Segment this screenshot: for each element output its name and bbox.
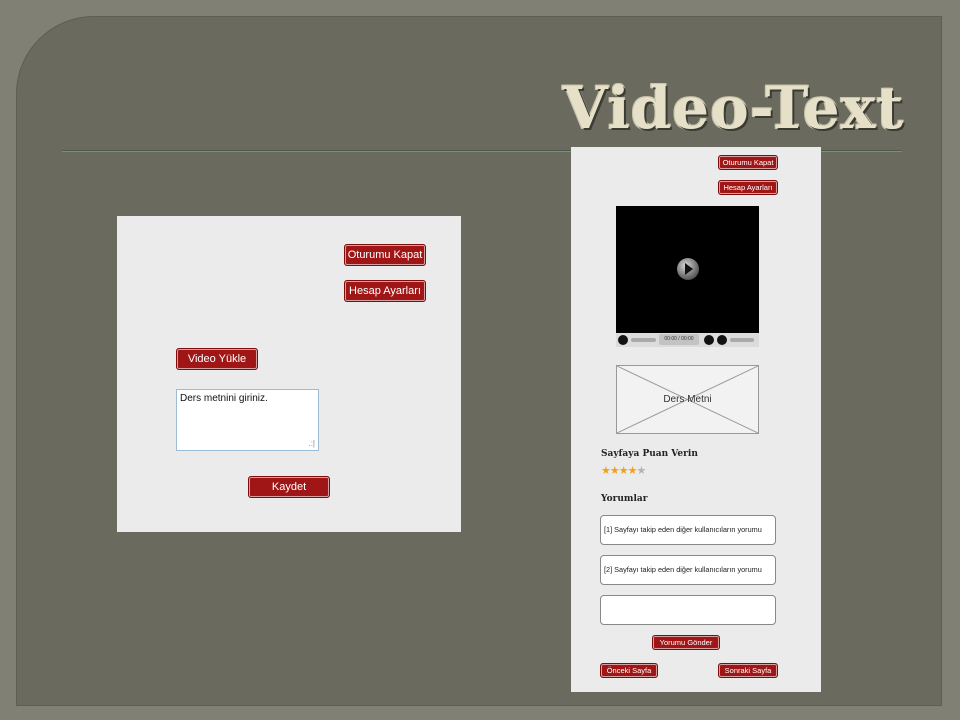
star-icon[interactable]: ★ xyxy=(637,465,647,477)
video-player[interactable]: 00:00 / 00:00 xyxy=(616,206,759,347)
replay-icon[interactable] xyxy=(704,335,714,345)
submit-comment-button[interactable]: Yorumu Gönder xyxy=(652,635,720,650)
placeholder-label: Ders Metni xyxy=(663,394,712,405)
slide-background: Video-Text Oturumu Kapat Hesap Ayarları … xyxy=(0,0,960,720)
previous-page-button[interactable]: Önceki Sayfa xyxy=(600,663,658,678)
video-time: 00:00 / 00:00 xyxy=(659,334,699,345)
seek-bar[interactable] xyxy=(631,338,656,342)
upload-page-mockup: Oturumu Kapat Hesap Ayarları Video Yükle… xyxy=(117,216,461,532)
comments-heading: Yorumlar xyxy=(601,494,648,504)
rating-heading: Sayfaya Puan Verin xyxy=(601,449,698,459)
lesson-text-placeholder: Ders Metni xyxy=(616,365,759,434)
volume-slider[interactable] xyxy=(730,338,754,342)
save-button[interactable]: Kaydet xyxy=(248,476,330,498)
logout-button-small[interactable]: Oturumu Kapat xyxy=(718,155,778,170)
lesson-text-input[interactable]: Ders metnini giriniz. .:| xyxy=(176,389,319,451)
lesson-page-mockup: Oturumu Kapat Hesap Ayarları 00:00 / 00:… xyxy=(571,147,821,692)
comment-input[interactable] xyxy=(600,595,776,625)
video-controls: 00:00 / 00:00 xyxy=(616,333,759,347)
account-settings-button[interactable]: Hesap Ayarları xyxy=(344,280,426,302)
slide-title: Video-Text xyxy=(562,74,904,142)
comment-item: [1] Sayfayı takip eden diğer kullanıcıla… xyxy=(600,515,776,545)
star-icon[interactable]: ★ xyxy=(610,465,620,477)
volume-icon[interactable] xyxy=(717,335,727,345)
pause-icon[interactable] xyxy=(618,335,628,345)
star-icon[interactable]: ★ xyxy=(628,465,638,477)
star-icon[interactable]: ★ xyxy=(601,465,611,477)
logout-button[interactable]: Oturumu Kapat xyxy=(344,244,426,266)
comment-item: [2] Sayfayı takip eden diğer kullanıcıla… xyxy=(600,555,776,585)
upload-video-button[interactable]: Video Yükle xyxy=(176,348,258,370)
star-icon[interactable]: ★ xyxy=(619,465,629,477)
account-settings-button-small[interactable]: Hesap Ayarları xyxy=(718,180,778,195)
play-icon[interactable] xyxy=(677,258,699,280)
lesson-text-value: Ders metnini giriniz. xyxy=(180,393,268,404)
next-page-button[interactable]: Sonraki Sayfa xyxy=(718,663,778,678)
rating-stars[interactable]: ★★★★★ xyxy=(601,465,647,477)
resize-grip-icon[interactable]: .:| xyxy=(308,439,315,448)
